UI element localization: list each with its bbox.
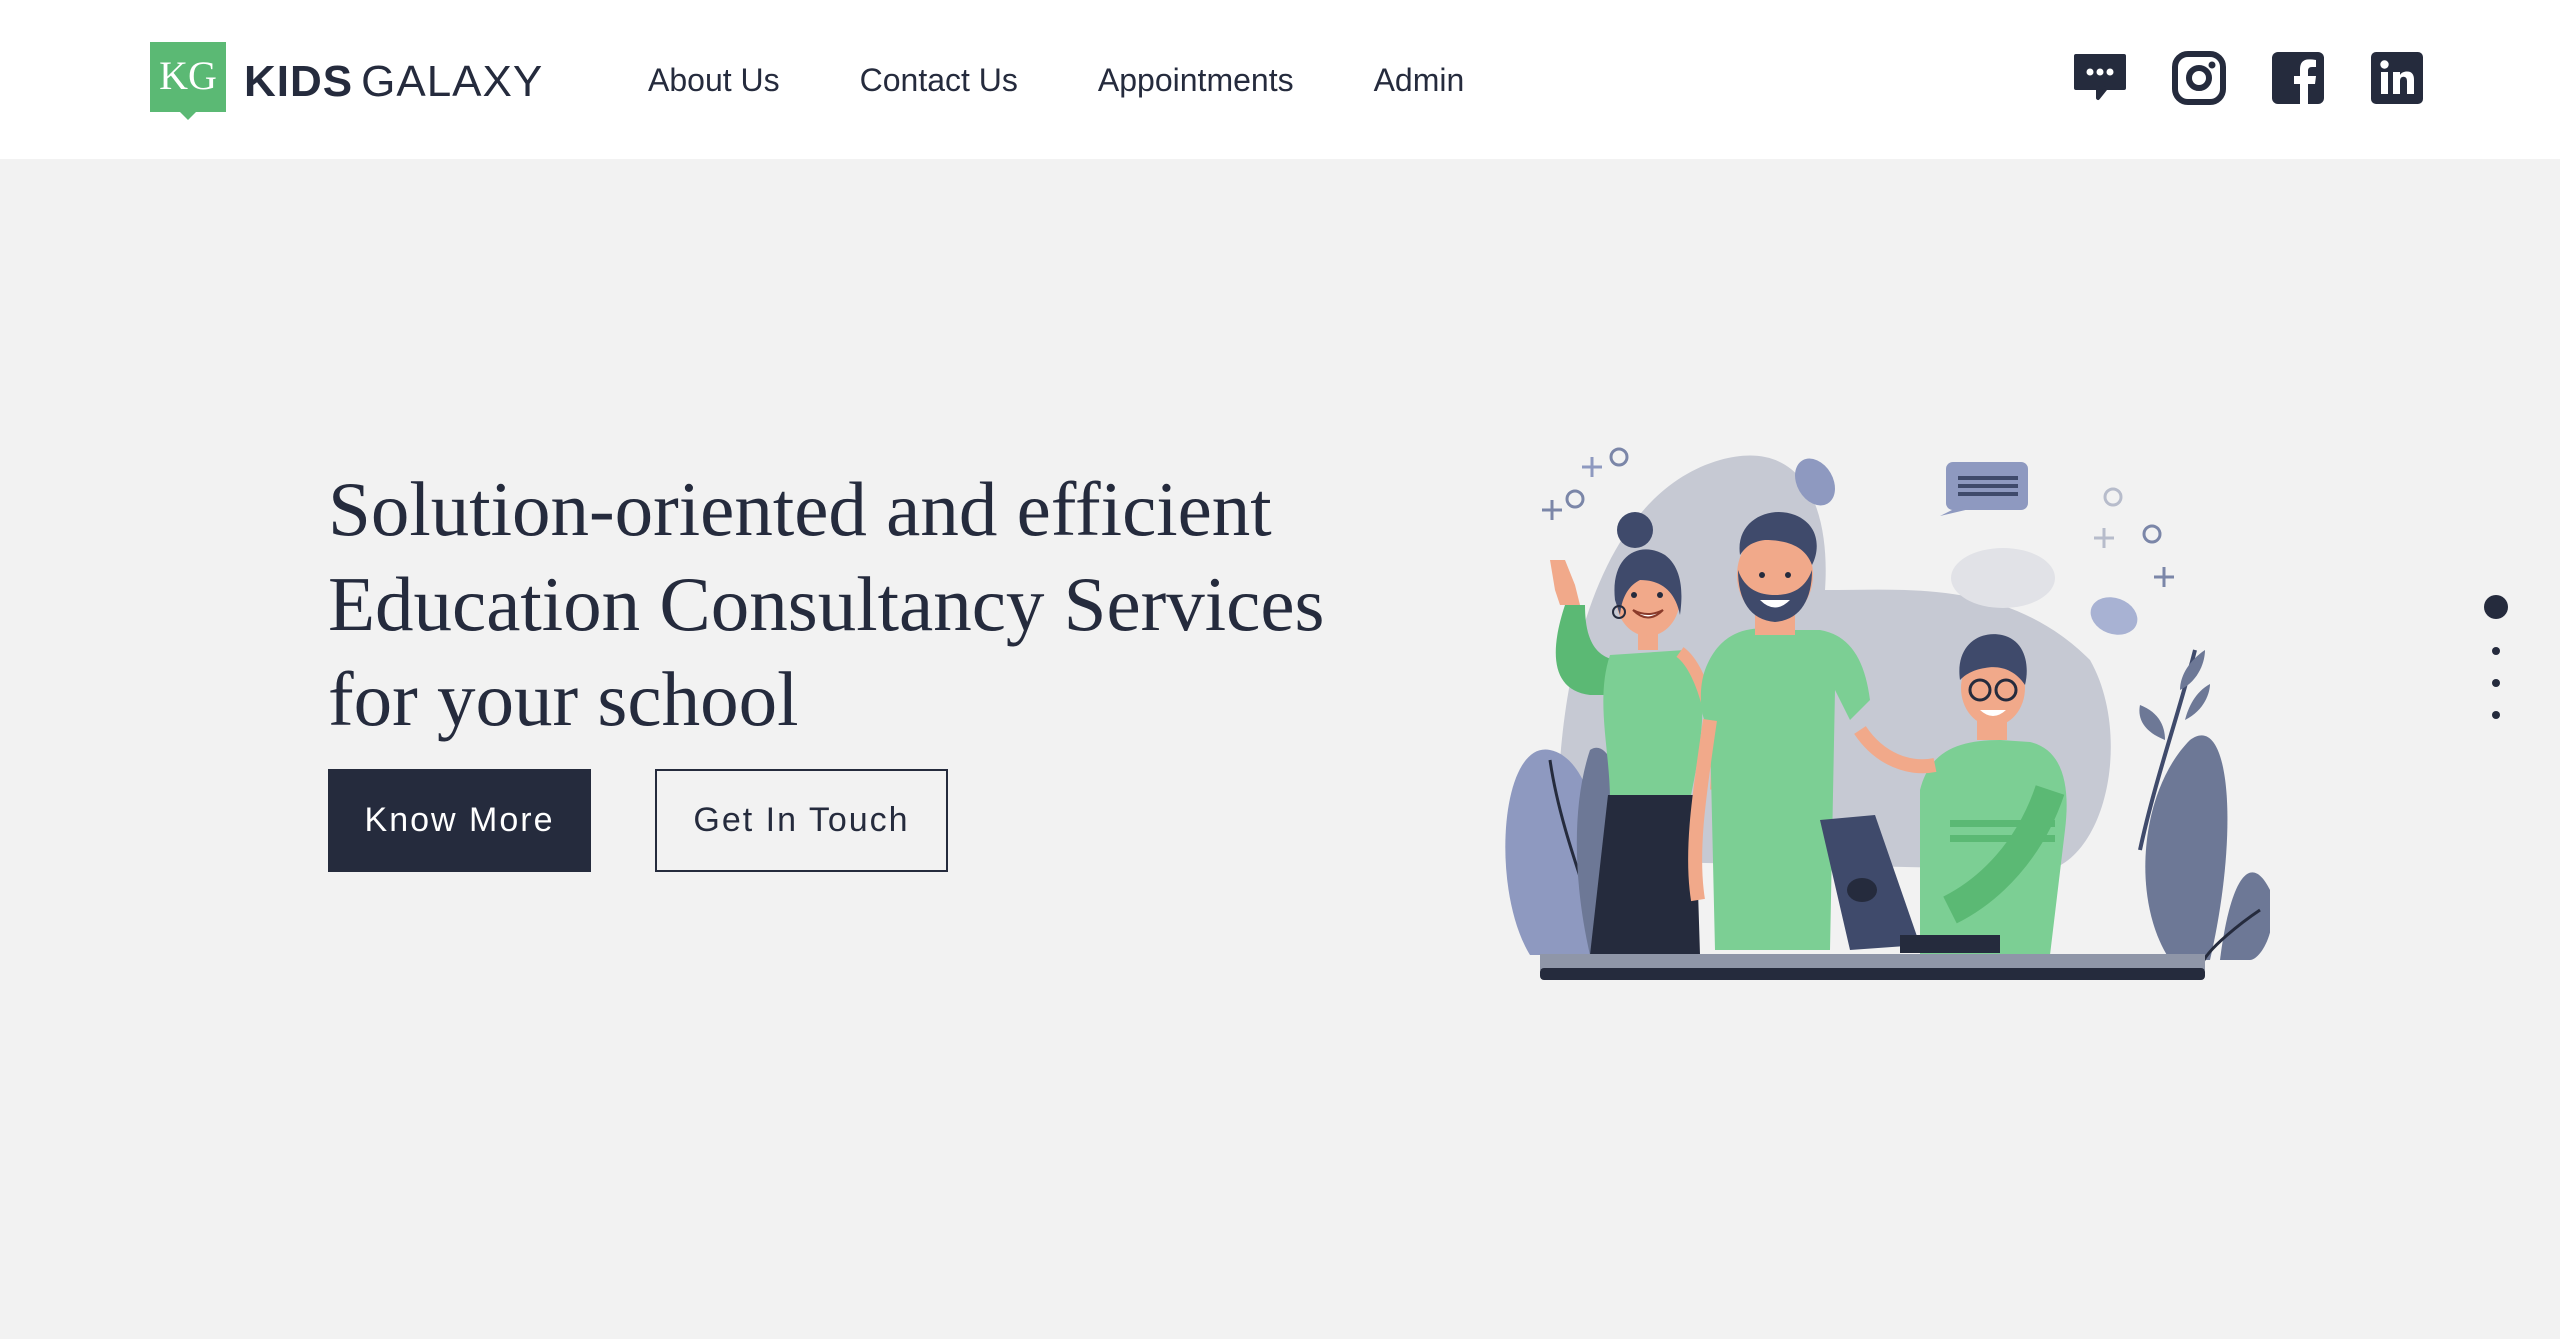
hero-title-line-2: Education Consultancy Services bbox=[328, 561, 1325, 647]
slider-dot-1[interactable] bbox=[2484, 595, 2508, 619]
nav-appointments[interactable]: Appointments bbox=[1098, 58, 1294, 102]
brand-name-light: GALAXY bbox=[361, 57, 544, 106]
linkedin-icon[interactable] bbox=[2369, 50, 2425, 106]
kg-logo-mark: KG bbox=[150, 42, 226, 120]
desk-edge bbox=[1540, 968, 2205, 980]
facebook-icon[interactable] bbox=[2270, 50, 2326, 106]
main-nav: About Us Contact Us Appointments Admin bbox=[648, 58, 1544, 102]
site-header: KG KIDS GALAXY About Us Contact Us Appoin… bbox=[0, 0, 2560, 159]
team-illustration bbox=[1505, 447, 2270, 980]
nav-admin[interactable]: Admin bbox=[1374, 58, 1465, 102]
slider-dot-3[interactable] bbox=[2492, 679, 2500, 687]
logo-mark-text: KG bbox=[159, 53, 217, 98]
chat-icon[interactable] bbox=[2072, 50, 2128, 106]
social-links bbox=[2072, 50, 2425, 106]
desk-top bbox=[1540, 954, 2205, 970]
get-in-touch-button[interactable]: Get In Touch bbox=[655, 769, 948, 872]
nav-contact-us[interactable]: Contact Us bbox=[860, 58, 1018, 102]
brand-logo[interactable]: KG KIDS GALAXY bbox=[150, 42, 543, 122]
know-more-button[interactable]: Know More bbox=[328, 769, 591, 872]
instagram-icon[interactable] bbox=[2171, 50, 2227, 106]
nav-about-us[interactable]: About Us bbox=[648, 58, 780, 102]
hero-title-line-3: for your school bbox=[328, 656, 799, 742]
slider-dot-2[interactable] bbox=[2492, 647, 2500, 655]
brand-name-bold: KIDS bbox=[244, 57, 354, 106]
slider-dots bbox=[2484, 595, 2508, 719]
leaf-right bbox=[2145, 735, 2228, 960]
hero-title: Solution-oriented and efficient Educatio… bbox=[328, 462, 1448, 747]
page: KG KIDS GALAXY About Us Contact Us Appoin… bbox=[0, 0, 2560, 1339]
slider-dot-4[interactable] bbox=[2492, 711, 2500, 719]
speech-bubble-icon bbox=[1940, 462, 2028, 516]
oval-shape-2 bbox=[2090, 597, 2138, 635]
cloud-shape bbox=[1951, 548, 2055, 608]
brand-name: KIDS GALAXY bbox=[244, 57, 543, 107]
hero-title-line-1: Solution-oriented and efficient bbox=[328, 466, 1272, 552]
